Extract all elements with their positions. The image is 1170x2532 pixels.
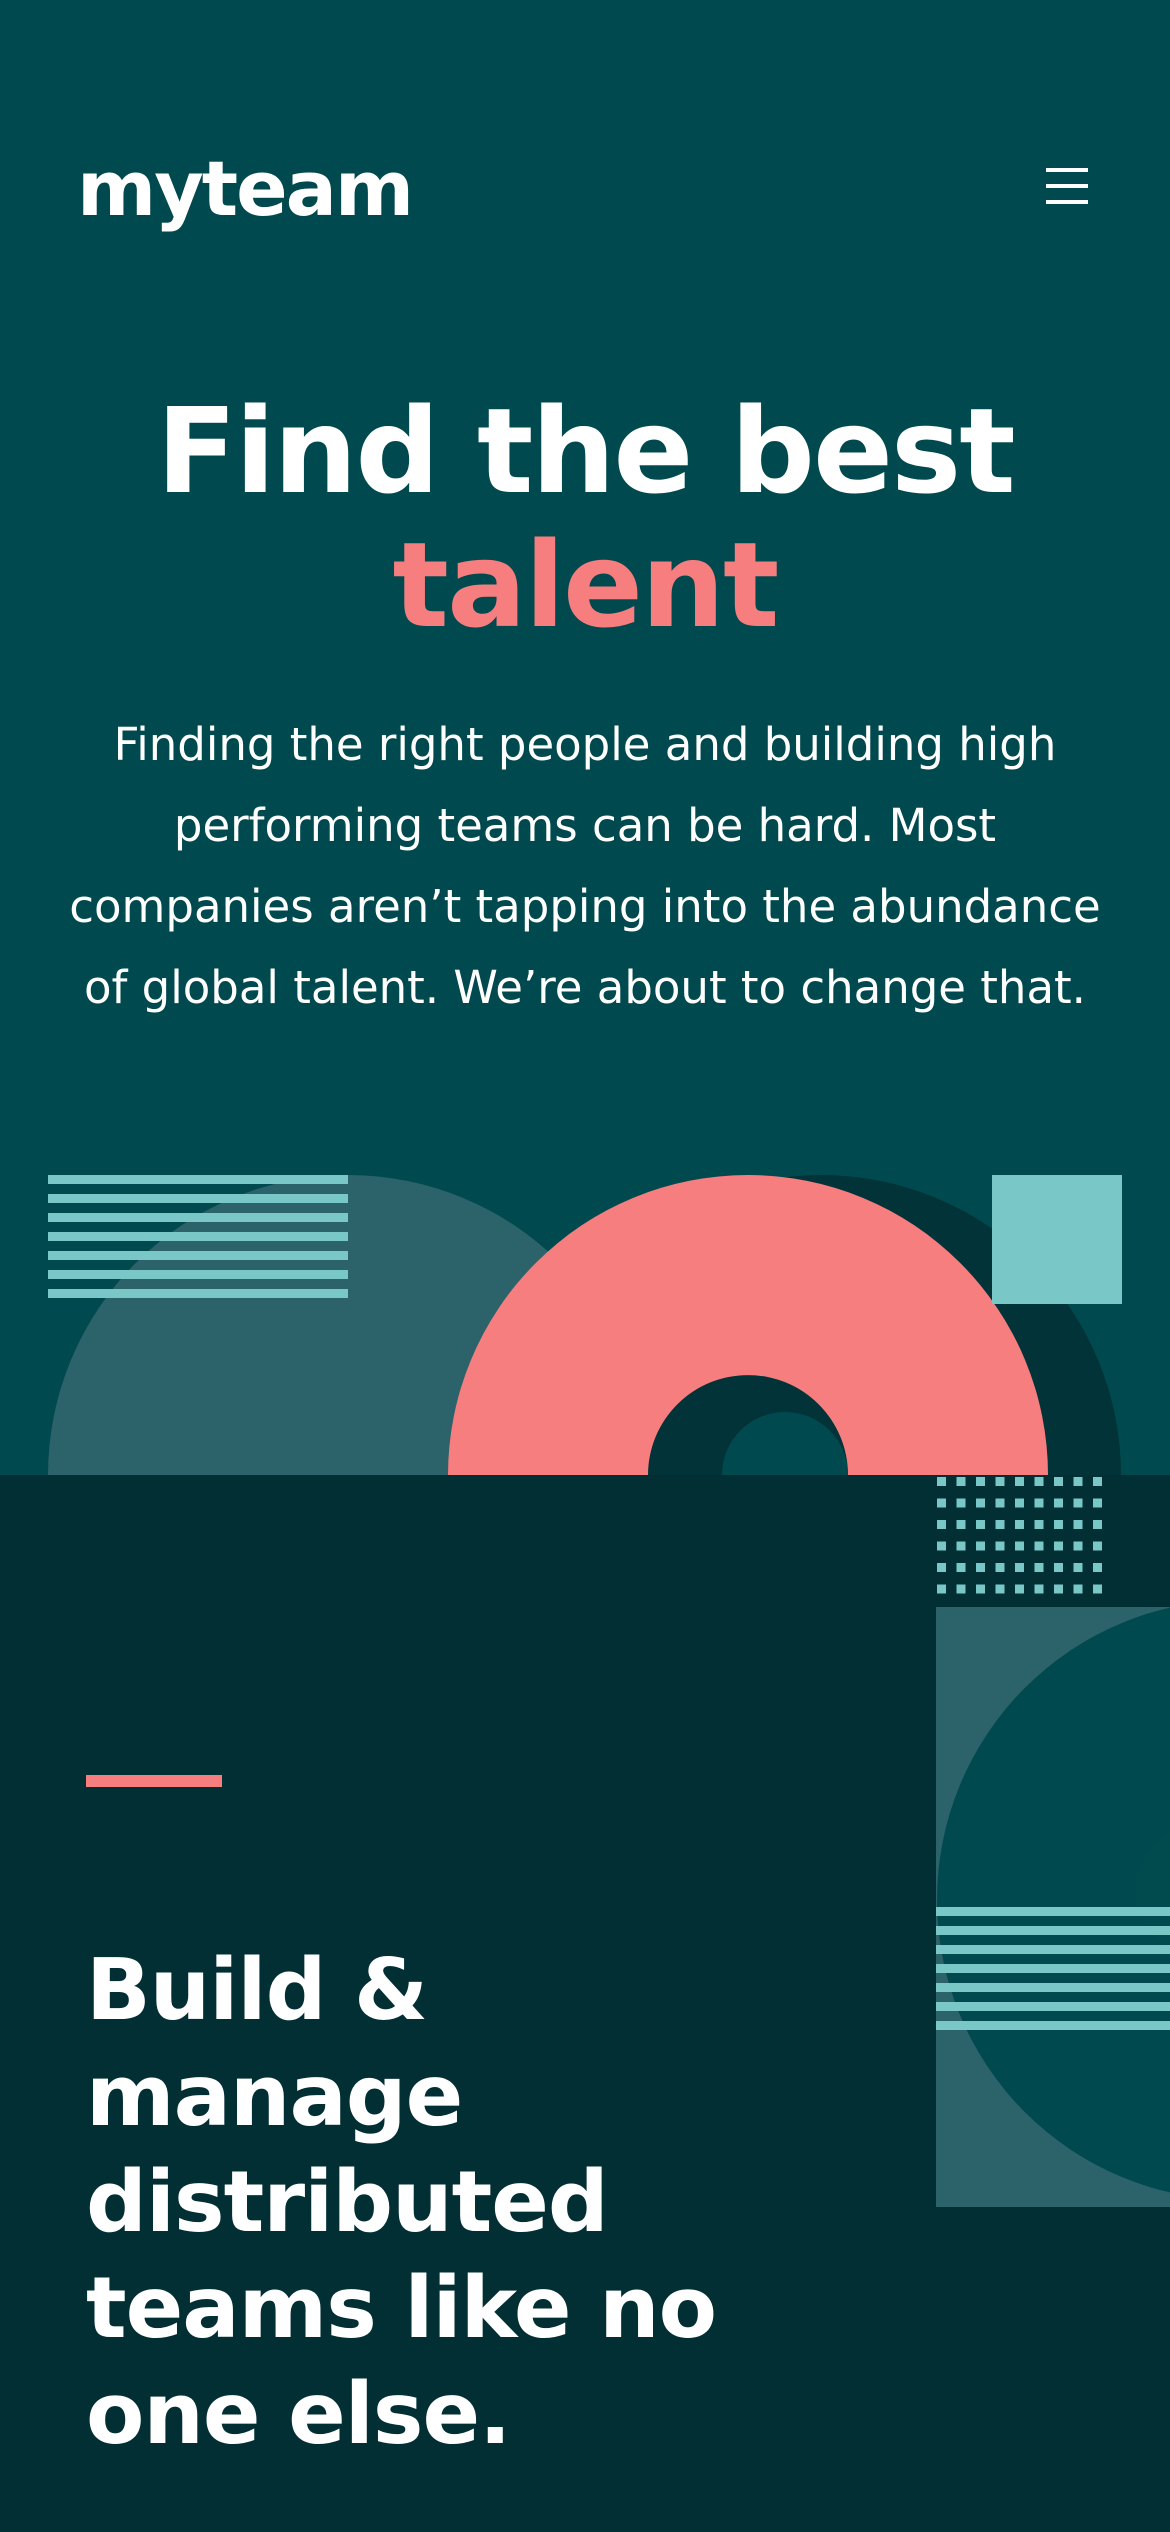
hero-title-accent: talent (392, 516, 780, 654)
grid-dot (1073, 1477, 1083, 1486)
grid-dot (937, 1584, 946, 1594)
grid-dot (1054, 1563, 1063, 1572)
grid-dot (976, 1563, 985, 1572)
grid-dot (1054, 1520, 1063, 1529)
menu-line (1046, 200, 1088, 204)
grid-dot (1093, 1477, 1102, 1486)
grid-dot (995, 1563, 1005, 1572)
grid-dot (995, 1498, 1005, 1508)
page: myteam Find the best talent Finding the … (0, 0, 1170, 2532)
grid-dot (956, 1498, 966, 1508)
grid-dot (995, 1477, 1005, 1486)
grid-dot (1093, 1584, 1102, 1594)
grid-dot (1073, 1563, 1083, 1572)
grid-dot (937, 1541, 946, 1551)
grid-dot (956, 1541, 966, 1551)
grid-dot (937, 1563, 946, 1572)
grid-dot (1054, 1477, 1063, 1486)
grid-dot (1034, 1584, 1044, 1594)
grid-dot (1093, 1541, 1102, 1551)
grid-dot (1054, 1498, 1063, 1508)
grid-dot (1054, 1541, 1063, 1551)
menu-line (1046, 184, 1088, 188)
grid-dot (956, 1520, 966, 1529)
grid-dot (1015, 1520, 1024, 1529)
grid-dot (956, 1563, 966, 1572)
grid-dot (1093, 1563, 1102, 1572)
grid-dot (995, 1541, 1005, 1551)
grid-dot (1054, 1584, 1063, 1594)
grid-dot (1073, 1498, 1083, 1508)
grid-dot (1073, 1584, 1083, 1594)
grid-dot (956, 1584, 966, 1594)
grid-dot (976, 1498, 985, 1508)
coral-accent-bar (86, 1775, 222, 1787)
menu-line (1046, 168, 1088, 172)
feature-title: Build & manage distributed teams like no… (86, 1941, 717, 2464)
grid-dot (937, 1477, 946, 1486)
grid-dot (1034, 1563, 1044, 1572)
grid-dot (956, 1477, 966, 1486)
grid-dot (1015, 1563, 1024, 1572)
hero-title-main: Find the best (156, 382, 1015, 520)
grid-dot (1015, 1541, 1024, 1551)
grid-dot (937, 1498, 946, 1508)
grid-dot (976, 1477, 985, 1486)
grid-dot (937, 1520, 946, 1529)
hero-title: Find the best talent (0, 384, 1170, 652)
hamburger-menu-icon[interactable] (1046, 164, 1090, 208)
grid-dot (1015, 1584, 1024, 1594)
grid-dot (1073, 1520, 1083, 1529)
logo[interactable]: myteam (77, 144, 414, 234)
grid-dot (995, 1584, 1005, 1594)
grid-dot (1015, 1477, 1024, 1486)
grid-dot (1034, 1520, 1044, 1529)
grid-dot (976, 1520, 985, 1529)
grid-dot (1034, 1498, 1044, 1508)
grid-dot (976, 1541, 985, 1551)
hero-description: Finding the right people and building hi… (69, 718, 1101, 1014)
aqua-square (992, 1175, 1122, 1304)
grid-dot (995, 1520, 1005, 1529)
grid-dot (1015, 1498, 1024, 1508)
grid-dot (976, 1584, 985, 1594)
grid-dot (1093, 1520, 1102, 1529)
grid-dot (1093, 1498, 1102, 1508)
grid-dot (1034, 1477, 1044, 1486)
grid-dot (1073, 1541, 1083, 1551)
grid-dot (1034, 1541, 1044, 1551)
